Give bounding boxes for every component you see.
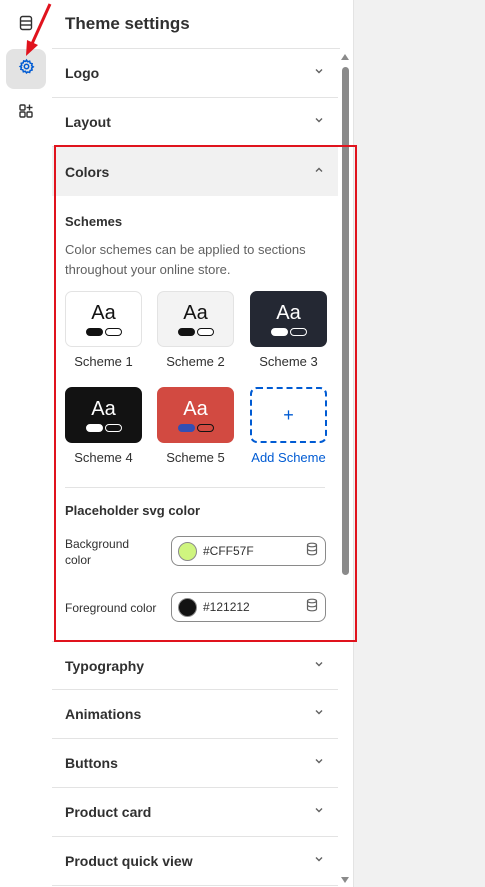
scheme-preview: Aa <box>65 387 142 443</box>
placeholder-heading: Placeholder svg color <box>65 503 201 518</box>
scrollbar-thumb[interactable] <box>342 67 349 575</box>
chevron-down-icon <box>313 754 325 772</box>
scroll-down-icon[interactable] <box>341 877 349 883</box>
section-label: Animations <box>65 706 142 722</box>
scheme-preview: Aa <box>250 291 327 347</box>
section-label: Logo <box>65 65 100 81</box>
chevron-down-icon <box>313 705 325 723</box>
background-color-label: Background color <box>65 537 130 567</box>
scheme-2[interactable]: Aa Scheme 2 <box>157 291 234 369</box>
scheme-4[interactable]: Aa Scheme 4 <box>65 387 142 465</box>
scheme-5[interactable]: Aa Scheme 5 <box>157 387 234 465</box>
section-buttons[interactable]: Buttons <box>52 739 338 788</box>
schemes-description: Color schemes can be applied to sections… <box>65 242 306 277</box>
chevron-down-icon <box>313 113 325 131</box>
chevron-down-icon <box>313 852 325 870</box>
color-swatch[interactable] <box>178 597 197 617</box>
scheme-sample-text: Aa <box>183 398 208 420</box>
color-hex-value[interactable]: #121212 <box>203 600 305 614</box>
color-swatch[interactable] <box>178 541 197 561</box>
background-color-field[interactable]: #CFF57F <box>171 536 326 566</box>
scheme-pill <box>289 328 307 336</box>
add-scheme-label: Add Scheme <box>251 450 326 465</box>
schemes-heading: Schemes <box>65 214 123 229</box>
section-label: Product quick view <box>65 853 193 869</box>
scheme-preview: Aa <box>65 291 142 347</box>
scheme-name: Scheme 3 <box>259 354 318 369</box>
annotation-arrow-icon <box>26 3 52 56</box>
section-label: Buttons <box>65 755 118 771</box>
foreground-color-label: Foreground color <box>65 601 157 615</box>
plus-icon: + <box>283 404 294 425</box>
section-animations[interactable]: Animations <box>52 690 338 739</box>
scheme-sample-text: Aa <box>91 302 116 324</box>
scheme-name: Scheme 1 <box>74 354 133 369</box>
scheme-pill <box>196 424 214 432</box>
scheme-pill <box>104 328 122 336</box>
scheme-pill <box>270 328 288 336</box>
apps-button[interactable] <box>6 93 46 133</box>
page-title: Theme settings <box>65 14 190 33</box>
section-logo[interactable]: Logo <box>52 49 338 98</box>
scheme-pill <box>196 328 214 336</box>
database-icon[interactable] <box>305 542 319 561</box>
chevron-down-icon <box>313 64 325 82</box>
section-product-card[interactable]: Product card <box>52 788 338 837</box>
chevron-up-icon <box>313 163 325 181</box>
scheme-pill <box>177 328 195 336</box>
section-product-quick-view[interactable]: Product quick view <box>52 837 338 886</box>
scheme-3[interactable]: Aa Scheme 3 <box>250 291 327 369</box>
scheme-name: Scheme 2 <box>166 354 225 369</box>
scheme-pill <box>177 424 195 432</box>
scheme-pill <box>85 328 103 336</box>
foreground-color-field[interactable]: #121212 <box>171 592 326 622</box>
scrollbar[interactable] <box>340 52 352 887</box>
color-hex-value[interactable]: #CFF57F <box>203 544 305 558</box>
scheme-sample-text: Aa <box>183 302 208 324</box>
scheme-name: Scheme 5 <box>166 450 225 465</box>
section-layout[interactable]: Layout <box>52 98 338 147</box>
section-colors[interactable]: Colors <box>52 147 338 196</box>
divider <box>65 487 325 488</box>
scheme-name: Scheme 4 <box>74 450 133 465</box>
section-label: Typography <box>65 657 145 674</box>
section-label: Product card <box>65 804 152 820</box>
chevron-down-icon <box>313 657 325 675</box>
section-label: Colors <box>65 163 110 180</box>
scheme-1[interactable]: Aa Scheme 1 <box>65 291 142 369</box>
left-rail <box>0 0 52 887</box>
theme-settings-panel: Theme settings Logo Layout Colors Scheme… <box>52 0 354 887</box>
database-icon[interactable] <box>305 598 319 617</box>
scheme-pill <box>85 424 103 432</box>
add-scheme-card: + <box>250 387 327 443</box>
scheme-sample-text: Aa <box>91 398 116 420</box>
scheme-pill <box>104 424 122 432</box>
add-scheme-button[interactable]: + Add Scheme <box>250 387 327 465</box>
scroll-up-icon[interactable] <box>341 54 349 60</box>
scheme-preview: Aa <box>157 291 234 347</box>
section-typography[interactable]: Typography <box>52 641 338 690</box>
apps-icon <box>18 103 34 124</box>
section-label: Layout <box>65 114 111 130</box>
scheme-preview: Aa <box>157 387 234 443</box>
chevron-down-icon <box>313 803 325 821</box>
scheme-sample-text: Aa <box>276 302 301 324</box>
